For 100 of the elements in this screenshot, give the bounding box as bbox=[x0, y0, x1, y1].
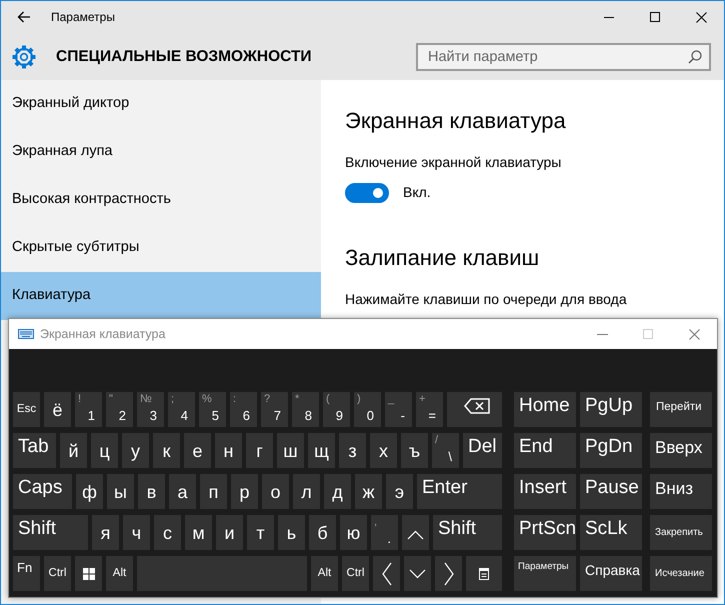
keyboard-key[interactable]: Ctrl bbox=[342, 556, 369, 591]
keyboard-key[interactable]: ц bbox=[91, 433, 118, 468]
keyboard-key[interactable]: я bbox=[92, 515, 119, 550]
keyboard-key[interactable]: Home bbox=[514, 392, 576, 427]
arrow-key[interactable] bbox=[373, 556, 400, 591]
arrow-key[interactable] bbox=[404, 556, 431, 591]
sidebar-item[interactable]: Клавиатура bbox=[1, 272, 321, 320]
keyboard-key[interactable]: End bbox=[514, 433, 576, 468]
keyboard-key[interactable]: м bbox=[185, 515, 212, 550]
keyboard-key[interactable]: э bbox=[386, 474, 413, 509]
keyboard-key[interactable]: п bbox=[200, 474, 227, 509]
keyboard-key[interactable]: в bbox=[138, 474, 165, 509]
keyboard-key[interactable]: к bbox=[153, 433, 180, 468]
keyboard-key[interactable]: о bbox=[262, 474, 289, 509]
keyboard-key[interactable]: _ - bbox=[385, 392, 412, 427]
keyboard-key[interactable]: р bbox=[231, 474, 258, 509]
keyboard-key[interactable]: Tab bbox=[13, 433, 56, 468]
close-icon bbox=[688, 328, 700, 340]
keyboard-key[interactable]: н bbox=[215, 433, 242, 468]
keyboard-icon bbox=[18, 329, 34, 339]
keyboard-key[interactable]: / \ bbox=[432, 433, 459, 468]
sidebar-item[interactable]: Экранный диктор bbox=[1, 80, 321, 128]
keyboard-key[interactable]: № 3 bbox=[137, 392, 164, 427]
keyboard-key[interactable]: % 5 bbox=[199, 392, 226, 427]
keyboard-key[interactable]: Caps bbox=[13, 474, 72, 509]
toggle-state-text: Вкл. bbox=[403, 183, 431, 202]
keyboard-key[interactable]: ! 1 bbox=[75, 392, 102, 427]
keyboard-key[interactable]: Shift bbox=[13, 515, 88, 550]
back-arrow-icon bbox=[17, 11, 31, 23]
keyboard-key[interactable]: Закрепить bbox=[650, 515, 712, 550]
keyboard-key[interactable]: Insert bbox=[514, 474, 576, 509]
keyboard-key[interactable]: ы bbox=[107, 474, 134, 509]
keyboard-key[interactable]: ф bbox=[76, 474, 103, 509]
keyboard-key[interactable]: Параметры bbox=[514, 556, 576, 591]
keyboard-key[interactable]: ь bbox=[278, 515, 305, 550]
minimize-icon bbox=[596, 332, 608, 336]
keyboard-key[interactable]: т bbox=[247, 515, 274, 550]
keyboard-key[interactable]: а bbox=[169, 474, 196, 509]
page-title: СПЕЦИАЛЬНЫЕ ВОЗМОЖНОСТИ bbox=[56, 46, 313, 67]
keyboard-key[interactable]: ч bbox=[123, 515, 150, 550]
keyboard-key[interactable]: ж bbox=[355, 474, 382, 509]
window-title: Параметры bbox=[51, 9, 115, 26]
keyboard-key[interactable]: б bbox=[309, 515, 336, 550]
keyboard-key[interactable]: Enter bbox=[417, 474, 502, 509]
keyboard-key[interactable]: у bbox=[122, 433, 149, 468]
keyboard-key[interactable]: PgUp bbox=[580, 392, 642, 427]
keyboard-key[interactable]: PgDn bbox=[580, 433, 642, 468]
keyboard-key[interactable]: + = bbox=[416, 392, 443, 427]
menu-key[interactable] bbox=[466, 556, 502, 591]
keyboard-key[interactable]: г bbox=[246, 433, 273, 468]
keyboard-key[interactable]: Справка bbox=[580, 556, 642, 591]
keyboard-key[interactable]: ( 9 bbox=[323, 392, 350, 427]
keyboard-key[interactable]: , . bbox=[371, 515, 398, 550]
keyboard-key[interactable]: PrtScn bbox=[514, 515, 576, 550]
keyboard-key[interactable]: ; 4 bbox=[168, 392, 195, 427]
section-heading: Залипание клавиш bbox=[345, 244, 540, 272]
keyboard-key[interactable]: с bbox=[154, 515, 181, 550]
keyboard-key[interactable]: * 8 bbox=[292, 392, 319, 427]
keyboard-key[interactable]: ю bbox=[340, 515, 367, 550]
keyboard-key[interactable]: Вверх bbox=[650, 433, 712, 468]
backspace-key[interactable] bbox=[447, 392, 502, 427]
backspace-icon bbox=[464, 398, 490, 414]
keyboard-key[interactable]: Pause bbox=[580, 474, 642, 509]
toggle-switch[interactable] bbox=[345, 182, 389, 202]
keyboard-key[interactable]: Перейти bbox=[650, 392, 712, 427]
keyboard-key[interactable]: ш bbox=[277, 433, 304, 468]
description-text: Нажимайте клавиши по очереди для ввода bbox=[345, 290, 628, 309]
windows-logo-icon bbox=[82, 568, 94, 580]
keyboard-key[interactable]: Ctrl bbox=[44, 556, 71, 591]
keyboard-key[interactable]: ъ bbox=[401, 433, 428, 468]
keyboard-key[interactable]: Исчезание bbox=[650, 556, 712, 591]
sidebar-item[interactable]: Экранная лупа bbox=[1, 128, 321, 176]
keyboard-key[interactable]: ) 0 bbox=[354, 392, 381, 427]
keyboard-key[interactable]: " 2 bbox=[106, 392, 133, 427]
keyboard-key[interactable]: ё bbox=[44, 392, 71, 427]
keyboard-key[interactable]: ? 7 bbox=[261, 392, 288, 427]
keyboard-key[interactable]: и bbox=[216, 515, 243, 550]
keyboard-key[interactable]: д bbox=[324, 474, 351, 509]
keyboard-key[interactable]: Fn bbox=[13, 556, 40, 591]
keyboard-key[interactable]: е bbox=[184, 433, 211, 468]
keyboard-key[interactable]: : 6 bbox=[230, 392, 257, 427]
sidebar-item[interactable]: Высокая контрастность bbox=[1, 176, 321, 224]
keyboard-key[interactable]: Esc bbox=[13, 392, 40, 427]
keyboard-key[interactable]: х bbox=[370, 433, 397, 468]
keyboard-key[interactable]: Del bbox=[463, 433, 502, 468]
keyboard-key[interactable]: Вниз bbox=[650, 474, 712, 509]
keyboard-key[interactable]: л bbox=[293, 474, 320, 509]
keyboard-key[interactable]: й bbox=[60, 433, 87, 468]
keyboard-key[interactable]: Shift bbox=[433, 515, 502, 550]
search-field[interactable]: Найти параметр bbox=[416, 42, 711, 70]
keyboard-key[interactable]: Alt bbox=[311, 556, 338, 591]
keyboard-key[interactable]: Alt bbox=[106, 556, 133, 591]
arrow-key[interactable] bbox=[435, 556, 462, 591]
sidebar-item[interactable]: Скрытые субтитры bbox=[1, 224, 321, 272]
keyboard-key[interactable]: щ bbox=[308, 433, 335, 468]
arrow-key[interactable] bbox=[402, 515, 429, 550]
windows-key[interactable] bbox=[75, 556, 102, 591]
keyboard-key[interactable]: з bbox=[339, 433, 366, 468]
keyboard-key[interactable]: ScLk bbox=[580, 515, 642, 550]
setting-label: Включение экранной клавиатуры bbox=[345, 153, 562, 172]
